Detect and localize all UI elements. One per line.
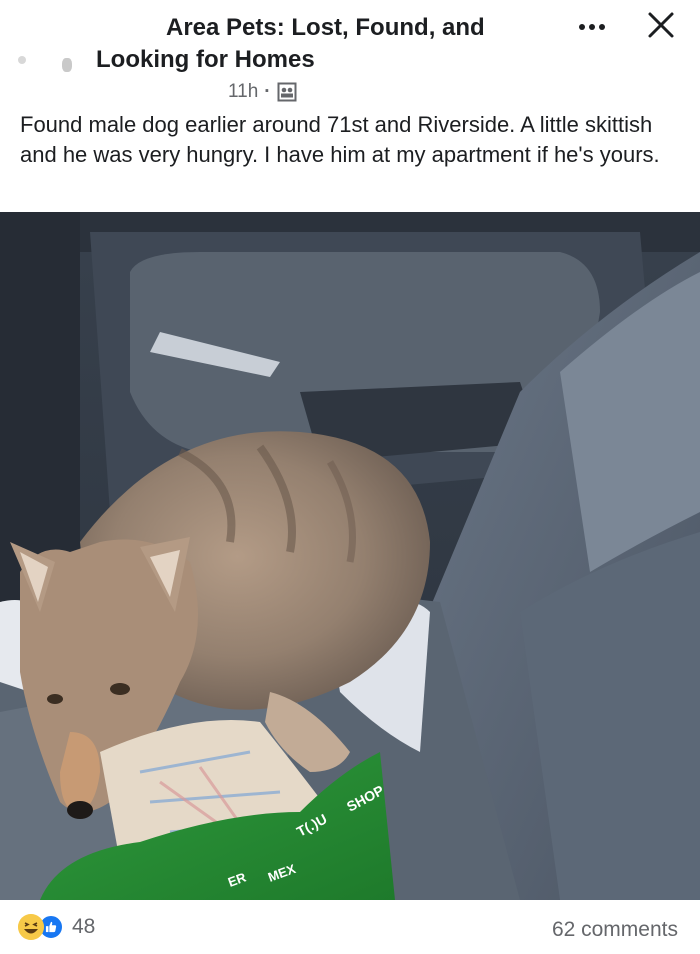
post-meta: 11h · xyxy=(228,80,297,104)
close-icon[interactable] xyxy=(646,10,676,40)
dot-icon xyxy=(599,24,605,30)
coyote-in-car-photo: SHOP T(.)U ER MEX xyxy=(0,212,700,900)
dot-icon xyxy=(579,24,585,30)
reactions-summary[interactable]: 48 xyxy=(18,914,95,940)
post-photo[interactable]: SHOP T(.)U ER MEX xyxy=(0,212,700,900)
post-body-text: Found male dog earlier around 71st and R… xyxy=(20,112,660,167)
more-options-button[interactable] xyxy=(572,14,612,40)
haha-icon xyxy=(18,914,44,940)
group-name-line-2: Looking for Homes xyxy=(96,46,315,73)
post-timestamp[interactable]: 11h xyxy=(228,81,258,103)
group-name-link[interactable]: Area Pets: Lost, Found, and Looking for … xyxy=(96,12,536,76)
avatar-blur-mark xyxy=(62,58,72,72)
comments-count-link[interactable]: 62 comments xyxy=(552,918,678,942)
dot-icon xyxy=(589,24,595,30)
blurred-avatar[interactable] xyxy=(18,42,88,82)
reaction-count: 48 xyxy=(72,915,96,938)
post-header: Area Pets: Lost, Found, and Looking for … xyxy=(0,0,700,110)
avatar-blur-mark xyxy=(18,56,26,64)
group-name-line-1: Area Pets: Lost, Found, and xyxy=(166,14,485,41)
meta-separator: · xyxy=(264,81,271,102)
post-footer: 48 62 comments xyxy=(0,900,700,954)
group-members-icon xyxy=(277,82,297,102)
